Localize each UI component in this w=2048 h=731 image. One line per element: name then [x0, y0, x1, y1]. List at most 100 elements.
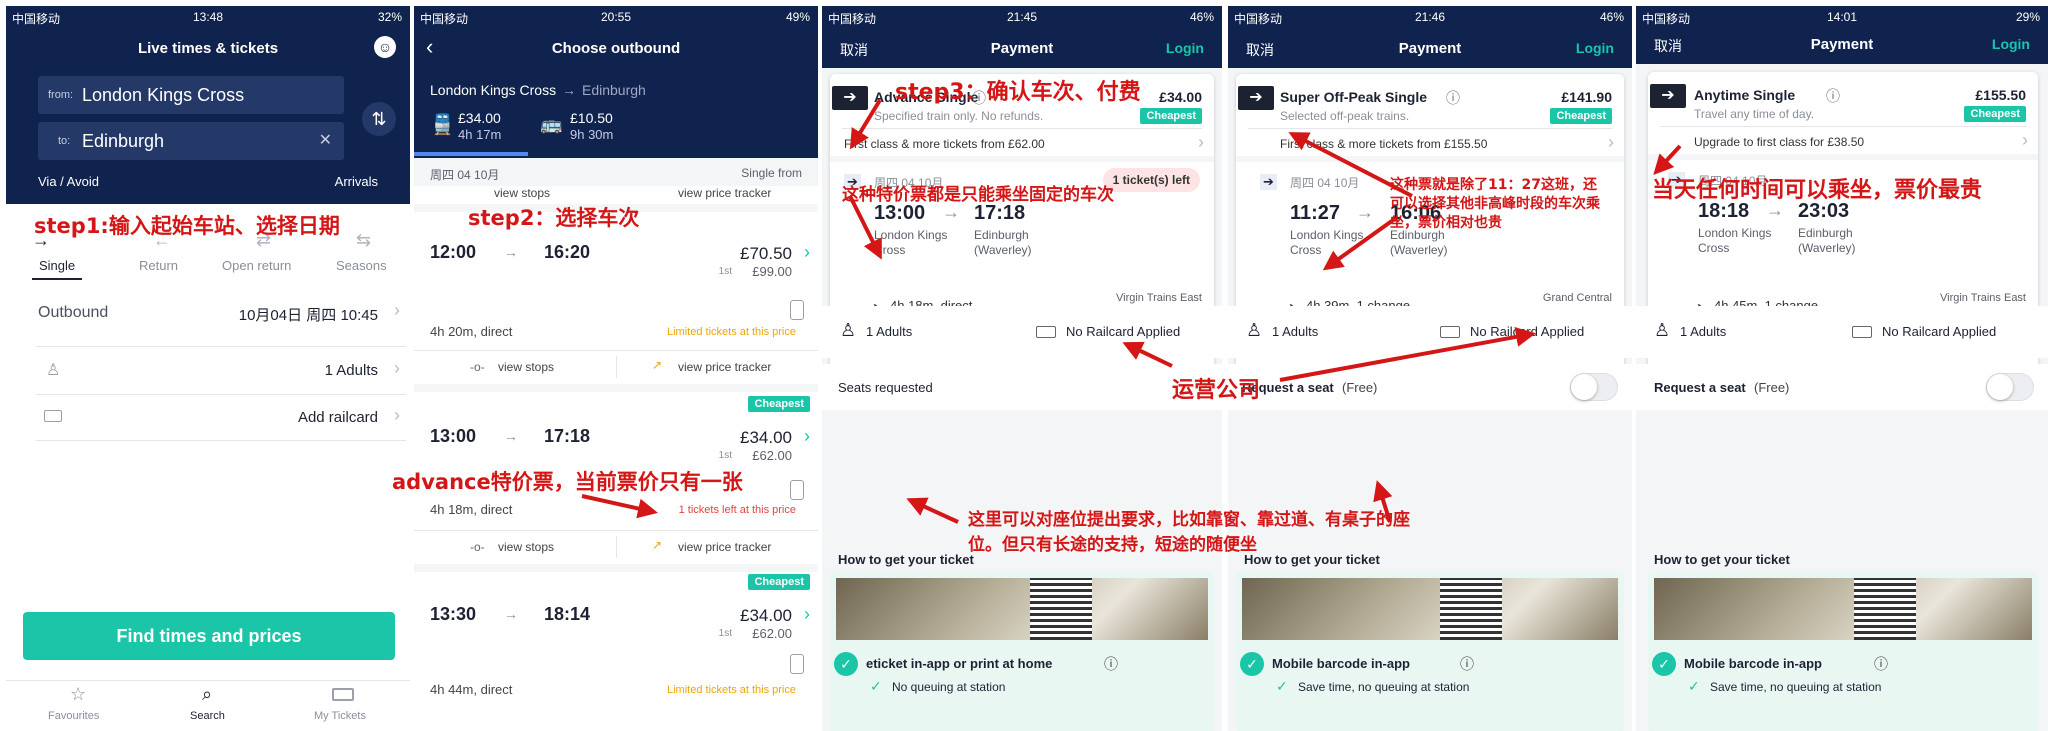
from-field[interactable]: from: London Kings Cross	[38, 76, 344, 114]
bus-duration: 9h 30m	[570, 127, 614, 142]
outbound-row[interactable]: Outbound 10月04日 周四 10:45 ›	[36, 290, 406, 334]
via-avoid-link[interactable]: Via / Avoid	[38, 174, 99, 189]
person-icon: ♙	[840, 320, 857, 340]
price: £70.50	[740, 244, 792, 263]
phone-photo	[1654, 578, 2032, 640]
annotation-advance-cheap: advance特价票，当前票价只有一张	[392, 470, 743, 494]
tab-my-tickets[interactable]: My Tickets	[314, 710, 366, 722]
page-title: Payment	[1810, 36, 1874, 53]
dep-station: London Kings Cross	[1290, 228, 1364, 257]
first-prefix: 1st	[718, 628, 732, 639]
arr-time: 17:18	[974, 202, 1026, 224]
login-button[interactable]: Login	[1992, 36, 2030, 52]
ticket-desc: Selected off-peak trains.	[1280, 109, 1410, 123]
chevron-right-icon: ›	[394, 358, 400, 378]
info-icon[interactable]: ⓘ	[1874, 654, 1888, 674]
tab-return[interactable]: Return	[139, 258, 178, 273]
info-icon[interactable]: ⓘ	[1460, 654, 1474, 674]
profile-icon[interactable]: ☺	[374, 36, 396, 58]
swap-stations-icon[interactable]: ⇅	[362, 102, 396, 136]
upgrade-link[interactable]: First class & more tickets from £62.00	[844, 137, 1045, 151]
cheapest-badge: Cheapest	[748, 574, 810, 590]
route-from: London Kings Cross	[430, 82, 557, 98]
request-seat-toggle[interactable]	[1570, 373, 1618, 401]
delivery-method: Mobile barcode in-app	[1272, 656, 1410, 671]
login-button[interactable]: Login	[1166, 40, 1204, 56]
find-times-button[interactable]: Find times and prices	[23, 612, 395, 660]
tab-search[interactable]: Search	[190, 710, 225, 722]
star-icon: ☆	[70, 684, 87, 704]
view-tracker-link[interactable]: view price tracker	[678, 186, 771, 200]
first-prefix: 1st	[718, 450, 732, 461]
railcard-value[interactable]: No Railcard Applied	[1882, 324, 1996, 339]
railcard-value[interactable]: No Railcard Applied	[1470, 324, 1584, 339]
first-price: £62.00	[752, 448, 792, 463]
upgrade-link[interactable]: First class & more tickets from £155.50	[1280, 137, 1487, 151]
arr-station: Edinburgh (Waverley)	[974, 228, 1032, 257]
duration: 4h 18m, direct	[430, 502, 513, 517]
railcard-value: Add railcard	[297, 409, 378, 426]
tab-seasons[interactable]: Seasons	[336, 258, 387, 273]
date-bar: 周四 04 10月 Single from	[414, 158, 818, 186]
annotation-step1: step1:输入起始车站、选择日期	[34, 214, 340, 238]
view-tracker-link[interactable]: view price tracker	[678, 360, 771, 374]
cheapest-badge: Cheapest	[748, 396, 810, 412]
upgrade-link[interactable]: Upgrade to first class for £38.50	[1694, 135, 1864, 149]
railcard-value[interactable]: No Railcard Applied	[1066, 324, 1180, 339]
ticket-desc: Travel any time of day.	[1694, 107, 1815, 121]
passengers-row[interactable]: ♙ 1 Adults ›	[36, 350, 406, 390]
journey-card[interactable]: 12:00 → 16:20 £70.50 › 1st £99.00 4h 20m…	[414, 212, 818, 346]
arr-time: 18:14	[544, 604, 591, 624]
arr-time: 16:20	[544, 242, 591, 262]
view-tracker-link[interactable]: view price tracker	[678, 540, 771, 554]
arr-time: 17:18	[544, 426, 591, 446]
view-stops-link[interactable]: view stops	[498, 360, 554, 374]
adults-value: 1 Adults	[866, 324, 913, 339]
passenger-row: ♙ 1 Adults No Railcard Applied	[822, 306, 1222, 358]
delivery-card[interactable]: ✓ Mobile barcode in-app ⓘ ✓ Save time, n…	[1648, 572, 2038, 731]
to-label: to:	[58, 135, 71, 147]
delivery-method: eticket in-app or print at home	[866, 656, 1053, 671]
info-icon[interactable]: ⓘ	[1446, 88, 1460, 108]
clear-icon[interactable]: ✕	[319, 130, 332, 150]
delivery-benefit: No queuing at station	[892, 680, 1006, 694]
person-icon: ♙	[46, 362, 61, 379]
tab-favourites[interactable]: Favourites	[48, 710, 99, 722]
journey-card[interactable]: Cheapest 13:30 → 18:14 £34.00 › 1st £62.…	[414, 572, 818, 706]
annotation-step3: step3：确认车次、付费	[895, 80, 1141, 105]
tab-open-return[interactable]: Open return	[222, 258, 291, 273]
battery: 46%	[1189, 10, 1214, 24]
seats-row: Request a seat (Free)	[1228, 364, 1632, 410]
delivery-card[interactable]: ✓ Mobile barcode in-app ⓘ ✓ Save time, n…	[1236, 572, 1624, 731]
tickets-left-badge: 1 ticket(s) left	[1102, 168, 1200, 192]
dep-station: London Kings Cross	[1698, 226, 1772, 255]
battery: 49%	[785, 10, 810, 24]
train-icon: 🚆	[430, 114, 455, 136]
view-stops-link[interactable]: view stops	[494, 186, 550, 200]
info-icon[interactable]: ⓘ	[1104, 654, 1118, 674]
info-icon[interactable]: ⓘ	[1826, 86, 1840, 106]
battery: 32%	[377, 10, 402, 24]
chevron-right-icon: ›	[804, 604, 810, 624]
clock: 14:01	[1826, 10, 1858, 24]
request-seat-toggle[interactable]	[1986, 373, 2034, 401]
login-button[interactable]: Login	[1576, 40, 1614, 56]
page-title: Payment	[1398, 40, 1462, 57]
duration: 4h 20m, direct	[430, 324, 513, 339]
availability-note: Limited tickets at this price	[667, 326, 796, 338]
mobile-ticket-icon	[790, 654, 804, 674]
seats-row[interactable]: Seats requested ›	[822, 364, 1222, 410]
screen-payment-advance: 中国移动 21:45 46% 取消 Payment Login ➔ Advanc…	[822, 6, 1222, 731]
to-field[interactable]: to: Edinburgh ✕	[38, 122, 344, 160]
journey-card[interactable]: Cheapest 13:00 → 17:18 £34.00 › 1st £62.…	[414, 392, 818, 526]
view-stops-link[interactable]: view stops	[498, 540, 554, 554]
bus-price[interactable]: £10.50	[570, 110, 613, 126]
tab-single[interactable]: Single	[39, 258, 75, 273]
dep-time: 11:27	[1290, 202, 1341, 224]
chevron-right-icon: ›	[2022, 130, 2028, 150]
outbound-label: Outbound	[38, 304, 109, 321]
arrivals-link[interactable]: Arrivals	[335, 174, 378, 189]
arrow-right-icon: →	[504, 428, 518, 444]
railcard-row[interactable]: Add railcard ›	[36, 398, 406, 436]
delivery-card[interactable]: ✓ eticket in-app or print at home ⓘ ✓ No…	[830, 572, 1214, 731]
